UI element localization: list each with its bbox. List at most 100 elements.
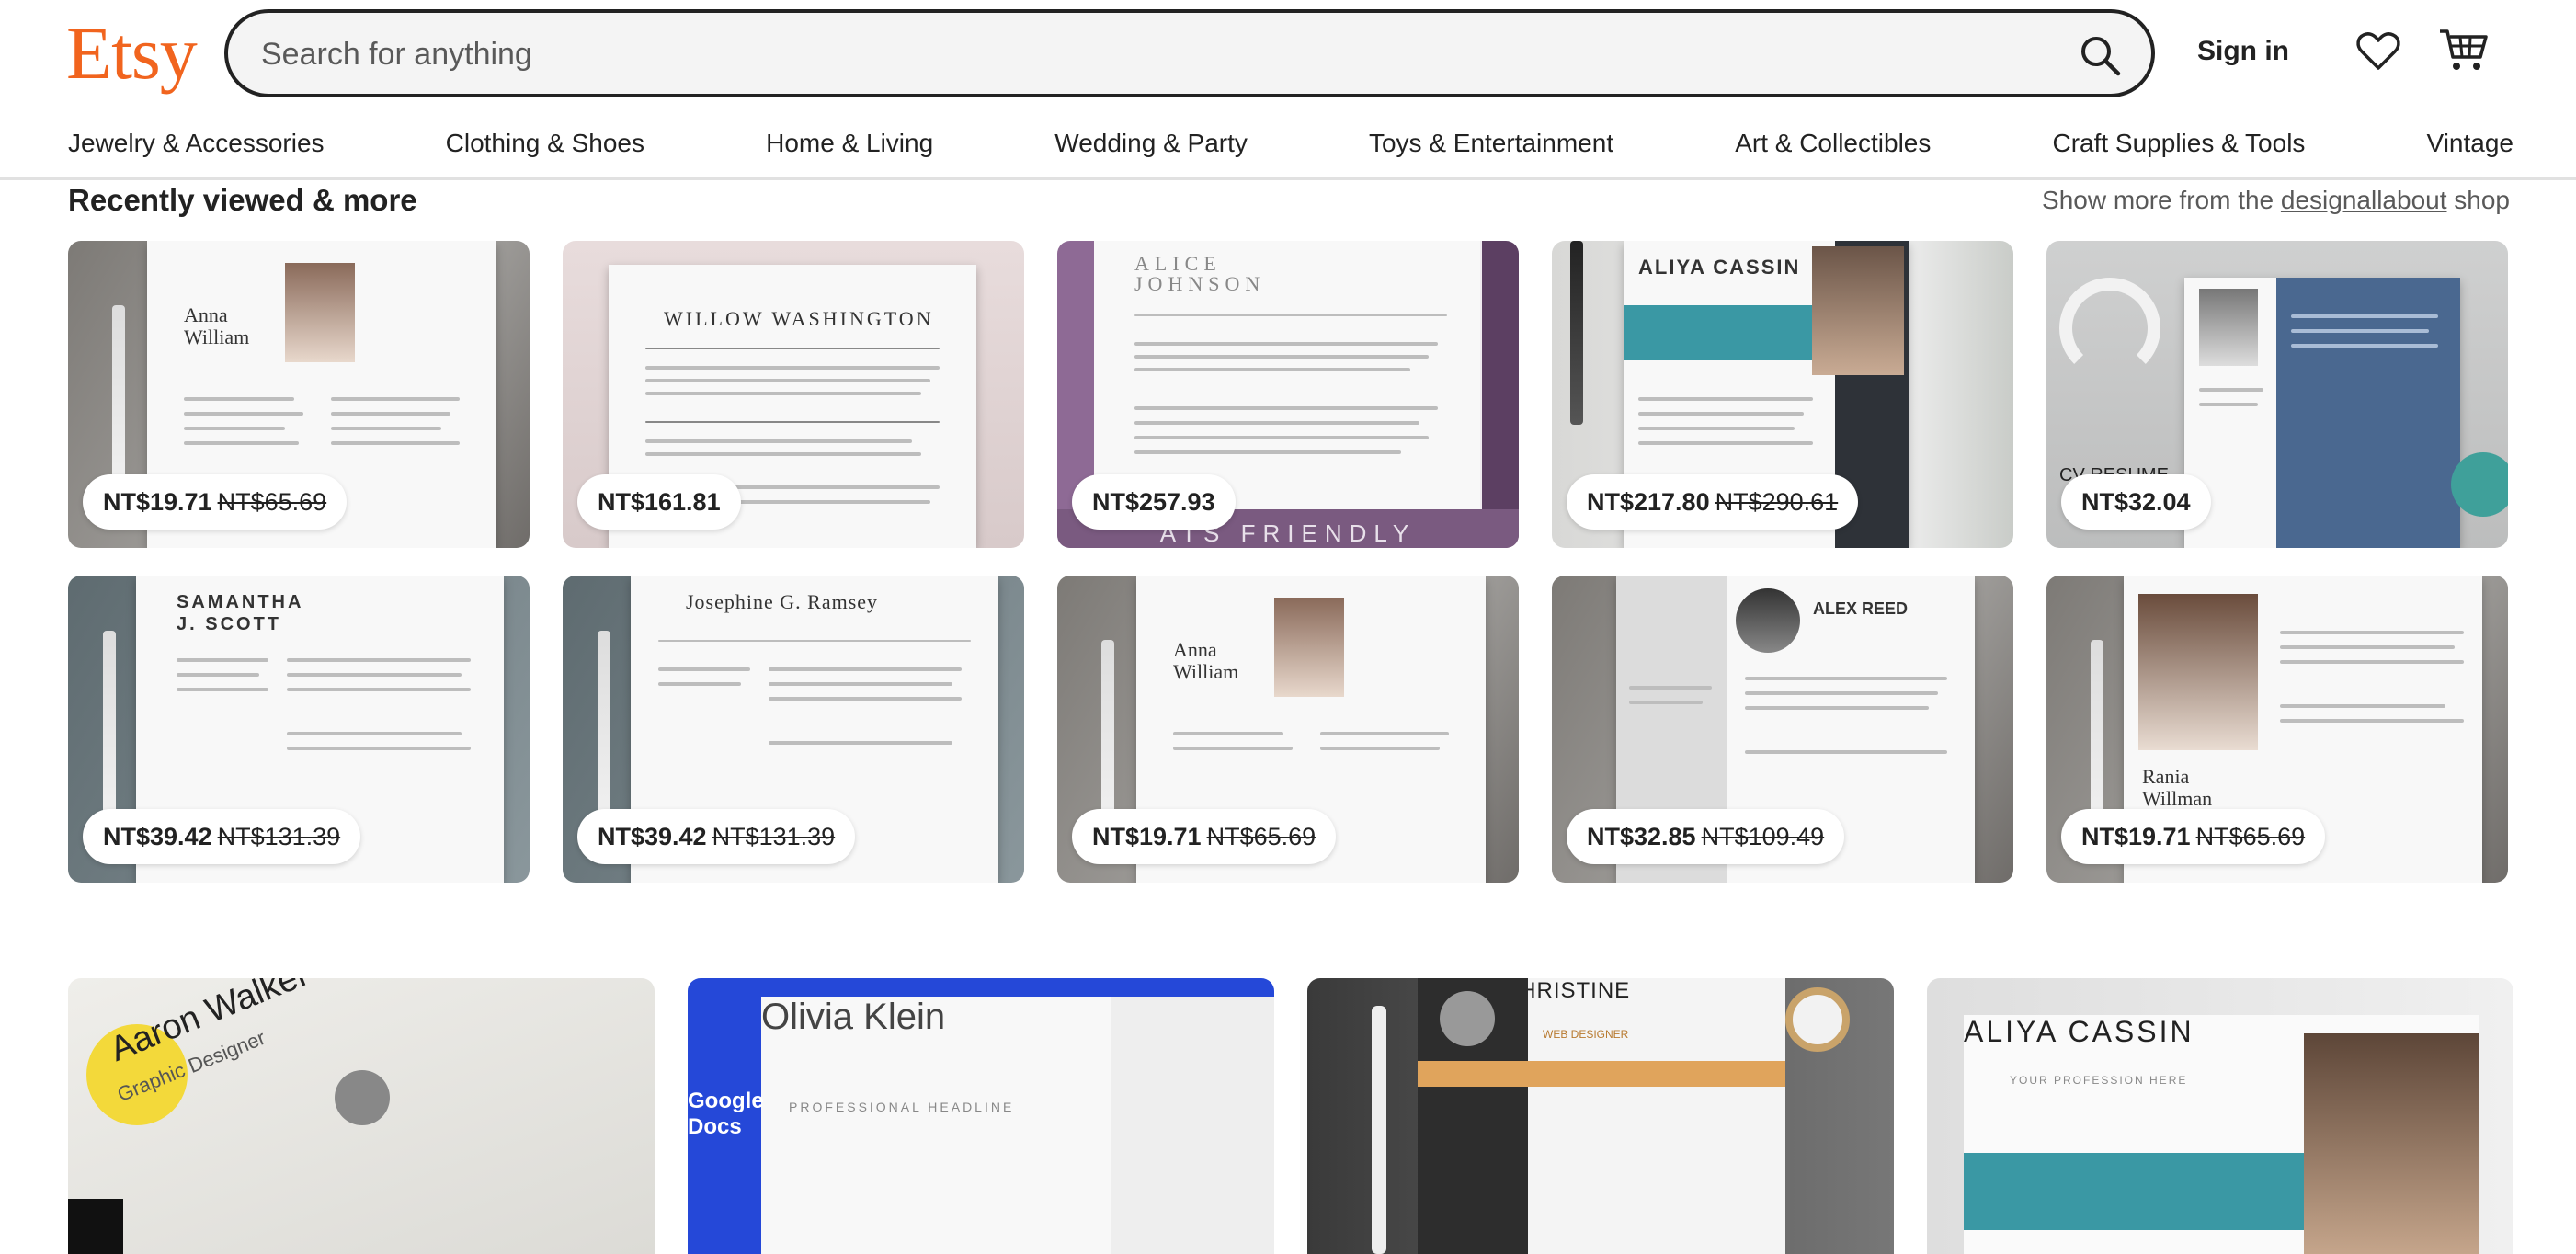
nav-item-vintage[interactable]: Vintage <box>2427 125 2513 162</box>
listing-card[interactable]: Anna William NT$19.71 NT$65.69 <box>1057 576 1519 883</box>
search-button[interactable] <box>2074 29 2126 81</box>
listing-card[interactable]: ALIYA CASSIN NT$217.80 NT$290.61 <box>1552 241 2013 548</box>
listing-card[interactable]: Rania Willman NT$19.71 NT$65.69 <box>2046 576 2508 883</box>
original-price: NT$290.61 <box>1715 488 1839 516</box>
resume-preview: ALICE JOHNSON <box>1094 241 1480 509</box>
resume-name-2: Willman <box>2142 787 2213 810</box>
listing-card[interactable]: Olivia Klein PROFESSIONAL HEADLINE Googl… <box>688 978 1274 1254</box>
etsy-logo[interactable]: Etsy <box>66 13 198 94</box>
resume-name-2: William <box>184 325 250 348</box>
plant-decoration <box>2451 452 2508 517</box>
category-nav: Jewelry & Accessories Clothing & Shoes H… <box>68 125 2513 162</box>
listing-card[interactable]: WILLOW WASHINGTON NT$161.81 <box>563 241 1024 548</box>
listing-card[interactable]: Anna William NT$19.71 NT$65.69 <box>68 241 530 548</box>
resume-preview: BAILLY CHRISTINE WEB DESIGNER <box>1418 978 1785 1254</box>
teal-banner <box>1964 1153 2313 1230</box>
price-tag: NT$19.71 NT$65.69 <box>2061 809 2326 864</box>
nav-item-clothing[interactable]: Clothing & Shoes <box>446 125 644 162</box>
resume-subtitle: WEB DESIGNER <box>1543 1028 1629 1041</box>
portrait-photo <box>1274 598 1344 697</box>
teal-banner <box>1624 305 1835 360</box>
portrait-photo <box>285 263 355 362</box>
show-more-suffix: shop <box>2454 186 2510 214</box>
price-tag: NT$257.93 <box>1072 474 1236 530</box>
listing-card[interactable]: ALICE JOHNSON ATS FRIENDLY NT$257.93 <box>1057 241 1519 548</box>
sale-price: NT$32.85 <box>1587 823 1696 850</box>
original-price: NT$65.69 <box>217 488 327 516</box>
price-tag: NT$19.71 NT$65.69 <box>1072 809 1337 864</box>
portrait-photo <box>2138 594 2258 750</box>
resume-name-2: J. SCOTT <box>177 614 282 634</box>
more-listings-grid: Aaron Walker Graphic Designer Olivia Kle… <box>68 978 2513 1254</box>
headphones-decoration <box>2059 278 2160 379</box>
nav-item-jewelry[interactable]: Jewelry & Accessories <box>68 125 325 162</box>
original-price: NT$65.69 <box>1206 823 1316 850</box>
cart-icon[interactable] <box>2438 26 2490 74</box>
resume-preview <box>2184 278 2460 548</box>
sale-price: NT$161.81 <box>598 488 721 516</box>
listing-card[interactable]: SAMANTHA J. SCOTT NT$39.42 NT$131.39 <box>68 576 530 883</box>
contact-column <box>1111 997 1274 1254</box>
resume-name: Anna <box>184 303 228 326</box>
shop-link[interactable]: designallabout <box>2281 186 2447 214</box>
portrait-photo <box>1812 246 1904 375</box>
portrait-photo <box>2199 289 2258 366</box>
pen-decoration <box>1570 241 1583 425</box>
google-docs-label: Google Docs <box>688 1089 764 1139</box>
listing-card[interactable]: ALIYA CASSIN YOUR PROFESSION HERE <box>1927 978 2513 1254</box>
sale-price: NT$19.71 <box>1092 823 1202 850</box>
search-icon <box>2081 37 2121 76</box>
resume-name: Josephine G. Ramsey <box>686 590 879 613</box>
sale-price: NT$19.71 <box>2081 823 2191 850</box>
resume-name: WILLOW WASHINGTON <box>664 307 934 330</box>
site-header: Etsy Sign in Jewelry & Accessories Cloth… <box>0 0 2576 180</box>
nav-item-toys[interactable]: Toys & Entertainment <box>1369 125 1613 162</box>
resume-subtitle: YOUR PROFESSION HERE <box>2010 1074 2188 1087</box>
listing-card[interactable]: ALEX REED NT$32.85 NT$109.49 <box>1552 576 2013 883</box>
sign-in-button[interactable]: Sign in <box>2188 31 2298 72</box>
resume-preview: Olivia Klein PROFESSIONAL HEADLINE <box>761 997 1274 1254</box>
price-tag: NT$39.42 NT$131.39 <box>577 809 856 864</box>
sale-price: NT$19.71 <box>103 488 212 516</box>
sale-price: NT$257.93 <box>1092 488 1215 516</box>
nav-item-art[interactable]: Art & Collectibles <box>1735 125 1931 162</box>
sale-price: NT$39.42 <box>598 823 707 850</box>
original-price: NT$109.49 <box>1701 823 1825 850</box>
price-tag: NT$19.71 NT$65.69 <box>83 474 348 530</box>
recently-viewed-grid: Anna William NT$19.71 NT$65.69 WILLOW WAS… <box>68 241 2510 883</box>
price-tag: NT$217.80 NT$290.61 <box>1567 474 1859 530</box>
price-tag: NT$32.85 NT$109.49 <box>1567 809 1845 864</box>
resume-name-2: William <box>1173 660 1239 683</box>
portrait-photo <box>1440 991 1495 1046</box>
search-bar[interactable] <box>224 9 2155 97</box>
listing-card[interactable]: Josephine G. Ramsey NT$39.42 NT$131.39 <box>563 576 1024 883</box>
original-price: NT$131.39 <box>712 823 836 850</box>
resume-name: Rania <box>2142 765 2190 788</box>
search-input[interactable] <box>261 26 2008 83</box>
resume-subtitle: PROFESSIONAL HEADLINE <box>789 1100 1015 1114</box>
resume-name: ALEX REED <box>1813 599 1909 618</box>
resume-name: ALIYA CASSIN <box>1638 256 1801 279</box>
orange-band <box>1418 1061 1785 1087</box>
original-price: NT$65.69 <box>2195 823 2306 850</box>
listing-card[interactable]: Aaron Walker Graphic Designer <box>68 978 655 1254</box>
coffee-cup-decoration <box>1785 987 1850 1052</box>
listing-card[interactable]: BAILLY CHRISTINE WEB DESIGNER <box>1307 978 1894 1254</box>
sale-price: NT$32.04 <box>2081 488 2191 516</box>
nav-item-home[interactable]: Home & Living <box>766 125 933 162</box>
show-more-text: Show more from the designallabout shop <box>2042 182 2510 219</box>
resume-name: Anna <box>1173 638 1217 661</box>
blue-panel <box>2276 278 2460 548</box>
pencil-decoration <box>1372 1006 1386 1254</box>
sale-price: NT$39.42 <box>103 823 212 850</box>
price-tag: NT$39.42 NT$131.39 <box>83 809 361 864</box>
heart-icon[interactable] <box>2355 28 2401 74</box>
listing-card[interactable]: CV RESUME NT$32.04 <box>2046 241 2508 548</box>
portrait-photo <box>1736 588 1800 653</box>
nav-item-wedding[interactable]: Wedding & Party <box>1054 125 1248 162</box>
sale-price: NT$217.80 <box>1587 488 1710 516</box>
nav-item-craft[interactable]: Craft Supplies & Tools <box>2052 125 2305 162</box>
pen-decoration <box>68 1199 123 1254</box>
original-price: NT$131.39 <box>217 823 341 850</box>
price-tag: NT$32.04 <box>2061 474 2211 530</box>
